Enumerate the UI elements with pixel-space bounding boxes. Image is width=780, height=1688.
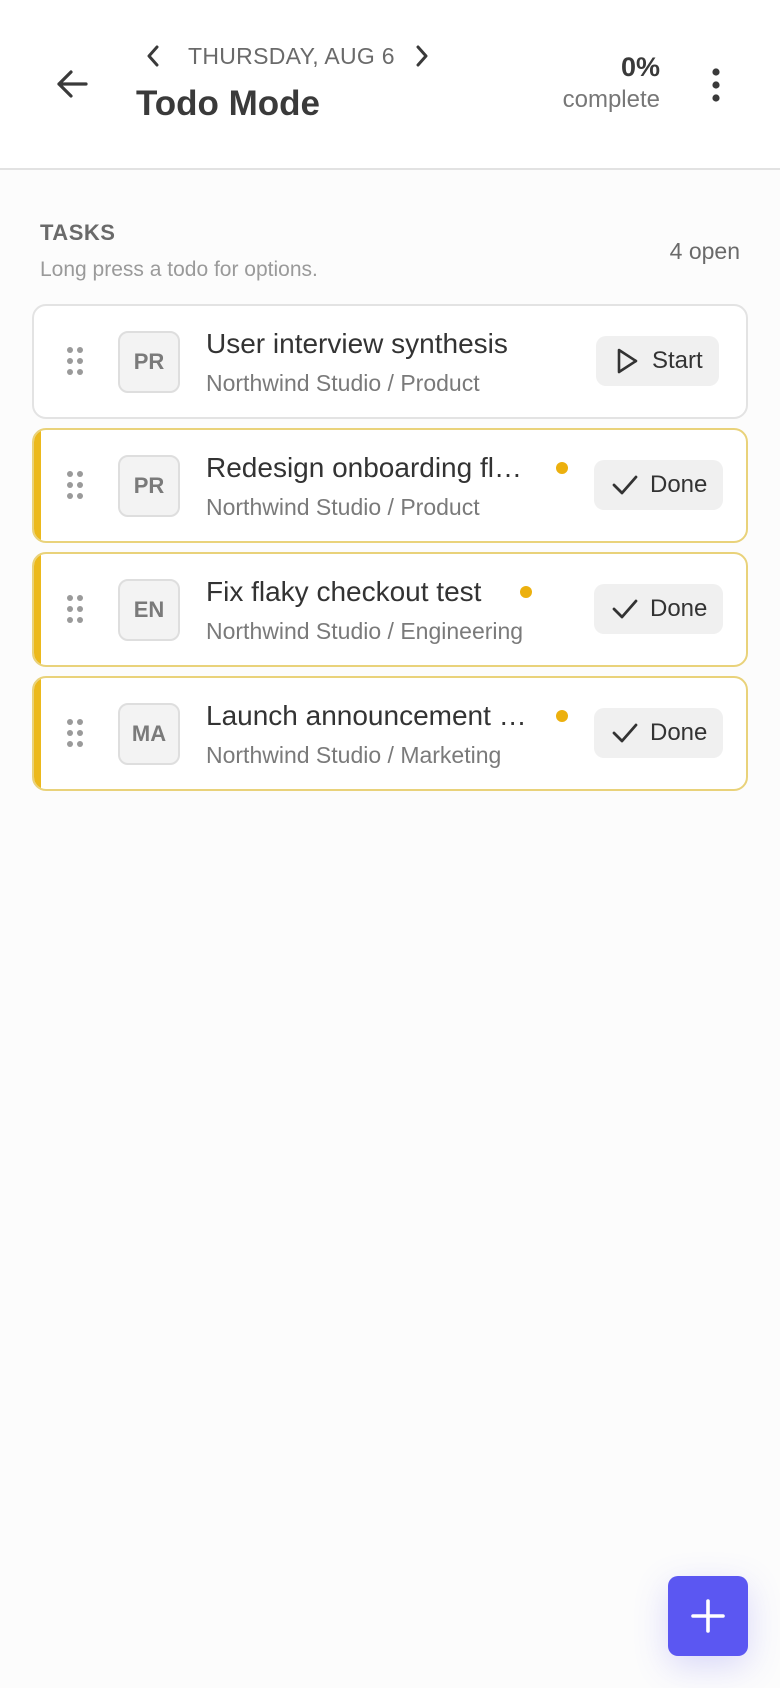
task-item[interactable]: PR User interview synthesis Northwind St… <box>32 304 748 419</box>
drag-handle-icon[interactable] <box>66 718 84 748</box>
chevron-right-icon <box>416 45 428 67</box>
section-hint: Long press a todo for options. <box>40 258 318 281</box>
open-count: 4 open <box>669 238 740 264</box>
task-name: Fix flaky checkout test <box>206 576 482 607</box>
progress-percent: 0% <box>620 52 660 82</box>
more-vertical-icon <box>712 68 720 102</box>
project-avatar: PR <box>118 455 180 517</box>
done-label: Done <box>650 719 708 746</box>
task-name: Redesign onboarding fl… <box>206 452 522 483</box>
tasks-section-header: TASKS Long press a todo for options. 4 o… <box>40 220 740 282</box>
task-list: PR User interview synthesis Northwind St… <box>32 304 748 800</box>
done-label: Done <box>650 471 708 498</box>
project-avatar: EN <box>118 579 180 641</box>
in-progress-dot <box>556 710 568 722</box>
done-button[interactable]: Done <box>594 584 724 634</box>
current-date: THURSDAY, AUG 6 <box>188 42 395 69</box>
start-button[interactable]: Start <box>596 336 719 386</box>
done-button[interactable]: Done <box>594 460 724 510</box>
date-navigator: THURSDAY, AUG 6 <box>138 36 437 76</box>
drag-handle-icon[interactable] <box>66 470 84 500</box>
app-header: THURSDAY, AUG 6 Todo Mode 0% complete <box>0 0 780 170</box>
task-name: Launch announcement … <box>206 700 527 731</box>
page-title: Todo Mode <box>136 84 321 123</box>
task-item[interactable]: EN Fix flaky checkout test Northwind Stu… <box>32 552 748 667</box>
check-icon <box>610 718 640 748</box>
prev-day-button[interactable] <box>138 36 168 76</box>
arrow-left-icon <box>57 70 88 98</box>
back-button[interactable] <box>50 62 94 106</box>
add-task-button[interactable] <box>668 1576 748 1656</box>
in-progress-dot <box>556 462 568 474</box>
next-day-button[interactable] <box>407 36 437 76</box>
done-button[interactable]: Done <box>594 708 724 758</box>
done-label: Done <box>650 595 708 622</box>
section-title: TASKS <box>40 220 116 245</box>
in-progress-dot <box>520 586 532 598</box>
drag-handle-icon[interactable] <box>66 594 84 624</box>
more-options-button[interactable] <box>694 60 738 110</box>
project-avatar: MA <box>118 703 180 765</box>
task-project: Northwind Studio / Product <box>206 494 480 520</box>
play-icon <box>612 346 642 376</box>
task-project: Northwind Studio / Marketing <box>206 742 502 768</box>
drag-handle-icon[interactable] <box>66 346 84 376</box>
chevron-left-icon <box>147 45 159 67</box>
task-item[interactable]: PR Redesign onboarding fl… Northwind Stu… <box>32 428 748 543</box>
progress-label: complete <box>562 86 660 113</box>
plus-icon <box>691 1599 725 1633</box>
task-project: Northwind Studio / Engineering <box>206 618 524 644</box>
task-item[interactable]: MA Launch announcement … Northwind Studi… <box>32 676 748 791</box>
task-name: User interview synthesis <box>206 328 508 359</box>
project-avatar: PR <box>118 331 180 393</box>
check-icon <box>610 594 640 624</box>
task-project: Northwind Studio / Product <box>206 370 480 396</box>
progress-summary: 0% complete <box>563 50 660 116</box>
start-label: Start <box>652 347 703 374</box>
check-icon <box>610 470 640 500</box>
